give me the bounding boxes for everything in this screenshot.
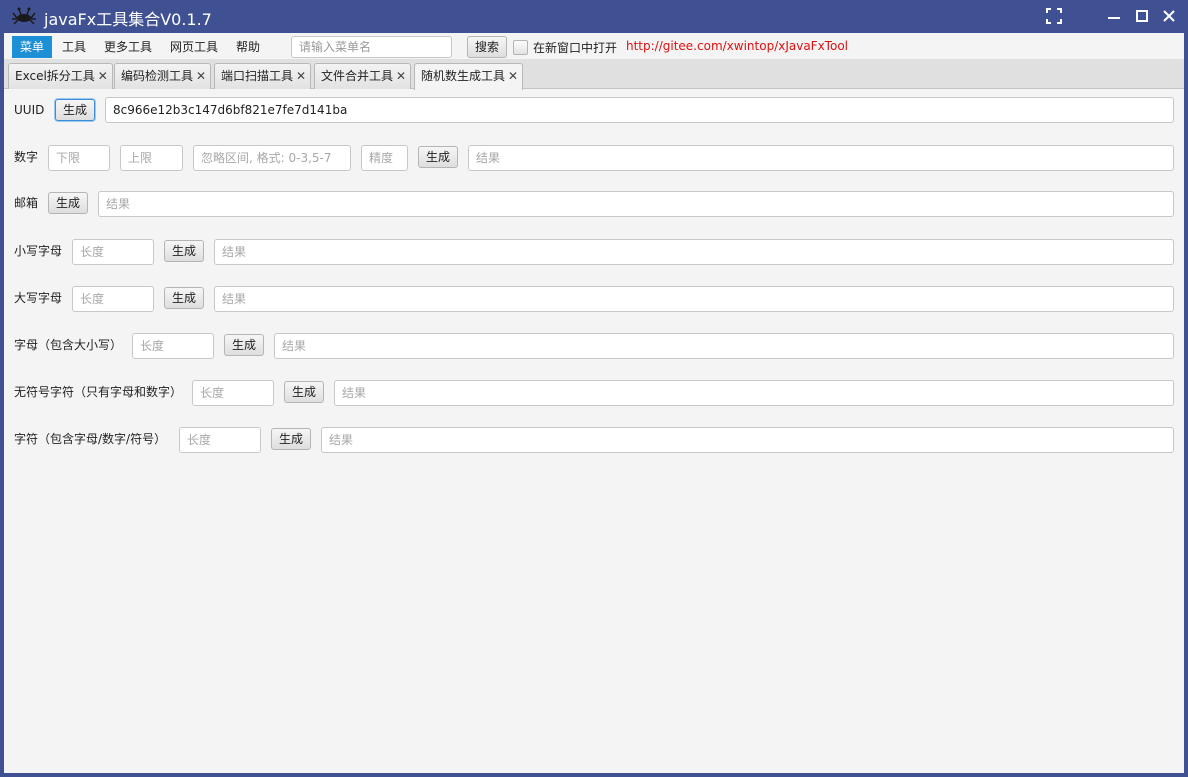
app-window: javaFx工具集合V0.1.7 菜单 工具 更多工具 网页工具 帮助 请输入菜…: [0, 0, 1188, 777]
uuid-label: UUID: [14, 103, 45, 117]
close-icon: [1163, 10, 1175, 22]
chars-generate-button[interactable]: 生成: [271, 428, 312, 450]
close-window-button[interactable]: [1159, 6, 1179, 26]
tab-bar: Excel拆分工具 ✕ 编码检测工具 ✕ 端口扫描工具 ✕ 文件合并工具 ✕ 随机数生成…: [4, 59, 1184, 90]
letters-generate-button[interactable]: 生成: [224, 334, 265, 356]
alnum-length-input[interactable]: [192, 380, 274, 406]
email-result-field[interactable]: [98, 191, 1174, 217]
menu-item-tools[interactable]: 工具: [54, 36, 94, 58]
letters-label: 字母（包含大小写）: [14, 338, 123, 352]
tab-label: 随机数生成工具: [421, 69, 506, 83]
email-generate-button[interactable]: 生成: [48, 192, 89, 214]
number-upper-input[interactable]: [120, 145, 183, 171]
content-area: 菜单 工具 更多工具 网页工具 帮助 搜索 在新窗口中打开 http://git…: [4, 33, 1184, 773]
email-label: 邮箱: [14, 196, 39, 210]
repo-link[interactable]: http://gitee.com/xwintop/xJavaFxTool: [626, 39, 848, 53]
lowercase-length-input[interactable]: [72, 239, 154, 265]
number-ignore-range-input[interactable]: [193, 145, 351, 171]
lowercase-generate-button[interactable]: 生成: [164, 240, 205, 262]
number-generate-button[interactable]: 生成: [418, 146, 459, 168]
chars-label: 字符（包含字母/数字/符号）: [14, 432, 167, 446]
uppercase-result-field[interactable]: [214, 286, 1174, 312]
minimize-button[interactable]: [1104, 6, 1124, 26]
tab-label: 编码检测工具: [121, 69, 194, 83]
tab-label: Excel拆分工具: [15, 69, 95, 83]
lowercase-label: 小写字母: [14, 244, 63, 258]
menu-search-input[interactable]: [291, 36, 452, 58]
crab-icon: [12, 7, 36, 25]
tab-random-generator[interactable]: 随机数生成工具 ✕: [414, 63, 524, 90]
tab-close-icon[interactable]: ✕: [98, 64, 108, 88]
fullscreen-button[interactable]: [1044, 6, 1064, 26]
title-bar[interactable]: javaFx工具集合V0.1.7: [0, 0, 1188, 33]
chars-length-input[interactable]: [179, 427, 261, 453]
menu-bar: 菜单 工具 更多工具 网页工具 帮助 搜索 在新窗口中打开 http://git…: [4, 33, 1184, 59]
window-title: javaFx工具集合V0.1.7: [44, 10, 212, 29]
number-lower-input[interactable]: [48, 145, 110, 171]
alnum-generate-button[interactable]: 生成: [284, 381, 325, 403]
letters-result-field[interactable]: [274, 333, 1174, 359]
tab-file-merge[interactable]: 文件合并工具 ✕: [314, 63, 412, 89]
alnum-result-field[interactable]: [334, 380, 1174, 406]
lowercase-result-field[interactable]: [214, 239, 1174, 265]
uuid-result-field[interactable]: [105, 97, 1174, 123]
uuid-generate-button[interactable]: 生成: [55, 99, 96, 121]
tab-excel-split[interactable]: Excel拆分工具 ✕: [8, 63, 113, 89]
fullscreen-icon: [1046, 8, 1062, 24]
uppercase-length-input[interactable]: [72, 286, 154, 312]
menu-item-more-tools[interactable]: 更多工具: [96, 36, 160, 58]
tab-close-icon[interactable]: ✕: [196, 64, 206, 88]
tab-label: 端口扫描工具: [221, 69, 294, 83]
tab-label: 文件合并工具: [321, 69, 394, 83]
menu-item-menu[interactable]: 菜单: [12, 36, 53, 58]
number-precision-input[interactable]: [361, 145, 408, 171]
number-label: 数字: [14, 150, 39, 164]
new-window-checkbox[interactable]: [513, 40, 528, 55]
maximize-icon: [1136, 10, 1148, 22]
alnum-label: 无符号字符（只有字母和数字）: [14, 385, 183, 399]
chars-result-field[interactable]: [321, 427, 1174, 453]
menu-item-web-tools[interactable]: 网页工具: [162, 36, 226, 58]
letters-length-input[interactable]: [132, 333, 214, 359]
menu-item-help[interactable]: 帮助: [228, 36, 268, 58]
tab-close-icon[interactable]: ✕: [396, 64, 406, 88]
search-button[interactable]: 搜索: [467, 36, 508, 58]
tab-close-icon[interactable]: ✕: [296, 64, 306, 88]
uppercase-generate-button[interactable]: 生成: [164, 287, 205, 309]
uppercase-label: 大写字母: [14, 291, 63, 305]
tab-encoding-detect[interactable]: 编码检测工具 ✕: [114, 63, 212, 89]
tab-close-icon[interactable]: ✕: [508, 64, 518, 88]
tab-port-scan[interactable]: 端口扫描工具 ✕: [214, 63, 312, 89]
maximize-button[interactable]: [1132, 6, 1152, 26]
minimize-icon: [1108, 17, 1120, 19]
new-window-label: 在新窗口中打开: [533, 41, 618, 55]
number-result-field[interactable]: [468, 145, 1174, 171]
